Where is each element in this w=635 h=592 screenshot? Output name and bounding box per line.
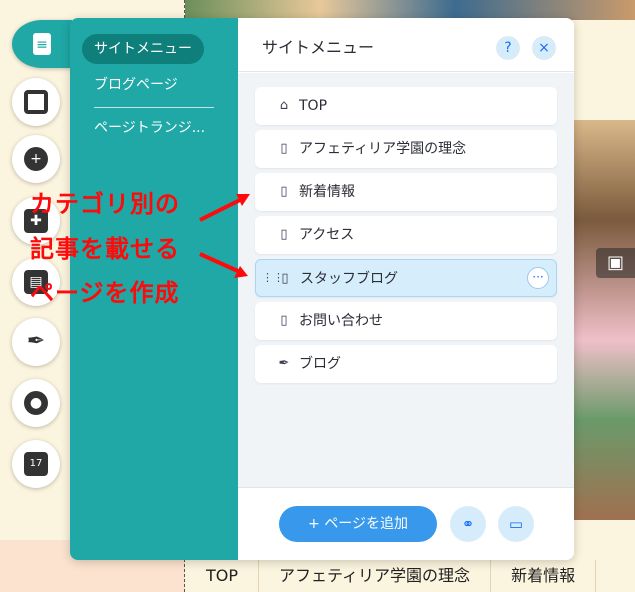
help-button[interactable]: ?	[496, 36, 520, 60]
side-item-page-transitions[interactable]: ページトランジ...	[82, 113, 217, 143]
side-item-site-menu[interactable]: サイトメニュー	[82, 34, 204, 64]
blog-button[interactable]: ✒	[12, 318, 60, 366]
chat-icon: ●	[24, 391, 48, 415]
add-folder-button[interactable]: ▭	[498, 506, 534, 542]
header-photo	[185, 0, 635, 20]
annotation-line-3: ページを作成	[30, 279, 180, 307]
bookings-button[interactable]: 17	[12, 440, 60, 488]
page-label: 新着情報	[299, 184, 355, 200]
panel-title: サイトメニュー	[262, 38, 375, 57]
annotation-line-2: 記事を載せる	[30, 235, 180, 263]
page-row-access[interactable]: ▯ アクセス	[255, 216, 557, 254]
side-item-blog-pages[interactable]: ブログページ	[82, 70, 190, 100]
page-label: アフェティリア学園の理念	[299, 141, 467, 157]
panel-header: サイトメニュー ? ×	[238, 18, 574, 72]
page-row-news[interactable]: ▯ 新着情報	[255, 173, 557, 211]
page-icon: ▯	[280, 184, 288, 199]
folder-icon: ▭	[508, 515, 524, 533]
page-row-blog[interactable]: ✒ ブログ	[255, 345, 557, 383]
bottom-nav-item[interactable]: アフェティリア学園の理念	[259, 560, 492, 592]
panel-footer: + ページを追加 ⚭ ▭	[238, 487, 574, 560]
page-icon: ▯	[281, 271, 289, 286]
add-element-button[interactable]: +	[12, 135, 60, 183]
panel-main: サイトメニュー ? × ⌂ TOP ▯ アフェティリア学園の理念 ▯ 新着情報 …	[238, 18, 574, 560]
page-row-staff-blog[interactable]: ⋮⋮ ▯ スタッフブログ ···	[255, 259, 557, 297]
page-label: スタッフブログ	[300, 271, 398, 287]
home-icon: ⌂	[279, 98, 289, 113]
plus-icon: +	[24, 147, 48, 171]
close-button[interactable]: ×	[532, 36, 556, 60]
image-icon[interactable]: ▣	[596, 248, 635, 278]
bottom-nav-item[interactable]: TOP	[186, 560, 260, 592]
page-row-philosophy[interactable]: ▯ アフェティリア学園の理念	[255, 130, 557, 168]
add-link-button[interactable]: ⚭	[450, 506, 486, 542]
page-row-top[interactable]: ⌂ TOP	[255, 87, 557, 125]
background-button[interactable]	[12, 78, 60, 126]
square-icon	[24, 90, 48, 114]
pen-icon: ✒	[278, 356, 290, 371]
page-row-contact[interactable]: ▯ お問い合わせ	[255, 302, 557, 340]
add-page-button[interactable]: + ページを追加	[279, 506, 437, 542]
page-icon: ▯	[280, 141, 288, 156]
chat-button[interactable]: ●	[12, 379, 60, 427]
pages-menu-button[interactable]: ≡	[12, 20, 72, 68]
side-divider	[94, 107, 214, 108]
child-photo	[574, 120, 635, 520]
pages-icon: ≡	[33, 33, 51, 55]
bottom-nav-item[interactable]: 新着情報	[491, 560, 597, 592]
page-label: ブログ	[299, 356, 341, 372]
link-icon: ⚭	[461, 515, 475, 533]
annotation-line-1: カテゴリ別の	[30, 190, 180, 218]
pen-nib-icon: ✒	[26, 329, 46, 354]
more-options-button[interactable]: ···	[527, 267, 549, 289]
page-label: お問い合わせ	[299, 313, 383, 329]
page-label: TOP	[299, 98, 328, 114]
page-list: ⌂ TOP ▯ アフェティリア学園の理念 ▯ 新着情報 ▯ アクセス ⋮⋮ ▯ …	[238, 73, 574, 487]
page-icon: ▯	[280, 227, 288, 242]
calendar-icon: 17	[24, 452, 48, 476]
site-bottom-nav: TOP アフェティリア学園の理念 新着情報	[186, 560, 635, 592]
page-label: アクセス	[299, 227, 355, 243]
page-icon: ▯	[280, 313, 288, 328]
